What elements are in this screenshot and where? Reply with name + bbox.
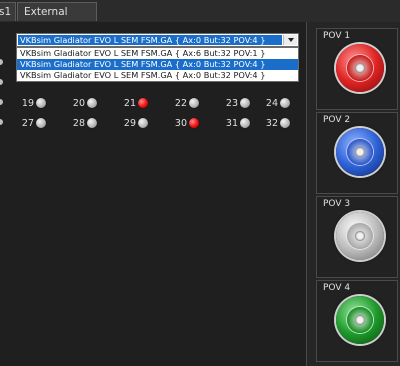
hat-center (355, 63, 365, 73)
button-number: 20 (72, 97, 85, 109)
hat-center (355, 147, 365, 157)
device-option-highlighted[interactable]: VKBsim Gladiator EVO L SEM FSM.GA { Ax:0… (17, 59, 298, 70)
tab-external-devices[interactable]: External Devices (17, 2, 97, 37)
button-indicator-20: 20 (69, 96, 97, 110)
hat-center (355, 315, 365, 325)
button-led (240, 98, 250, 108)
button-led (87, 118, 97, 128)
button-indicator-30: 30 (171, 116, 199, 130)
pov-label: POV 1 (323, 31, 351, 41)
button-indicator-29: 29 (120, 116, 148, 130)
button-indicator-32: 32 (262, 116, 290, 130)
tab-strip: s1 External Devices (0, 0, 400, 37)
button-indicator-31: 31 (222, 116, 250, 130)
button-led (87, 98, 97, 108)
hat-switch-icon (336, 212, 384, 260)
button-led (280, 118, 290, 128)
button-led (36, 98, 46, 108)
button-indicator-21: 21 (120, 96, 148, 110)
pov-label: POV 2 (323, 115, 351, 125)
button-indicator-28: 28 (69, 116, 97, 130)
hat-ring (347, 223, 373, 249)
pov-4-box: POV 4 (316, 280, 398, 362)
button-indicator-22: 22 (171, 96, 199, 110)
button-number: 24 (265, 97, 278, 109)
hat-switch-icon (336, 44, 384, 92)
pov-1-box: POV 1 (316, 28, 398, 110)
button-number: 30 (174, 117, 187, 129)
button-number: 32 (265, 117, 278, 129)
button-led-pressed (189, 118, 199, 128)
chevron-down-icon (287, 38, 294, 42)
hat-ring (347, 139, 373, 165)
button-indicator-27: 27 (18, 116, 46, 130)
hat-switch-icon (336, 128, 384, 176)
device-select-list: VKBsim Gladiator EVO L SEM FSM.GA { Ax:6… (16, 47, 299, 82)
device-option[interactable]: VKBsim Gladiator EVO L SEM FSM.GA { Ax:0… (17, 70, 298, 81)
pov-panel: POV 1 POV 2 POV 3 POV 4 (312, 22, 400, 366)
button-row: 19 20 21 22 23 24 (0, 96, 290, 110)
button-number: 31 (225, 117, 238, 129)
button-number: 29 (123, 117, 136, 129)
button-led (36, 118, 46, 128)
button-led-pressed (138, 98, 148, 108)
button-number: 23 (225, 97, 238, 109)
pov-label: POV 4 (323, 283, 351, 293)
panel-divider (306, 22, 307, 366)
button-led (138, 118, 148, 128)
button-number: 28 (72, 117, 85, 129)
button-number: 27 (21, 117, 34, 129)
button-number: 19 (21, 97, 34, 109)
button-led (240, 118, 250, 128)
button-number: 21 (123, 97, 136, 109)
device-option[interactable]: VKBsim Gladiator EVO L SEM FSM.GA { Ax:6… (17, 48, 298, 59)
hat-switch-icon (336, 296, 384, 344)
hat-ring (347, 55, 373, 81)
button-row: 27 28 29 30 31 32 (0, 116, 290, 130)
hat-center (355, 231, 365, 241)
hat-ring (347, 307, 373, 333)
pov-label: POV 3 (323, 199, 351, 209)
dropdown-button[interactable] (283, 35, 297, 45)
tab-partial[interactable]: s1 (0, 2, 16, 21)
button-indicator-24: 24 (262, 96, 290, 110)
button-led (189, 98, 199, 108)
pov-2-box: POV 2 (316, 112, 398, 194)
device-select[interactable]: VKBsim Gladiator EVO L SEM FSM.GA { Ax:0… (16, 33, 299, 47)
button-indicator-23: 23 (222, 96, 250, 110)
device-select-value: VKBsim Gladiator EVO L SEM FSM.GA { Ax:0… (18, 35, 282, 45)
pov-3-box: POV 3 (316, 196, 398, 278)
button-indicator-19: 19 (18, 96, 46, 110)
button-number: 22 (174, 97, 187, 109)
button-led (280, 98, 290, 108)
